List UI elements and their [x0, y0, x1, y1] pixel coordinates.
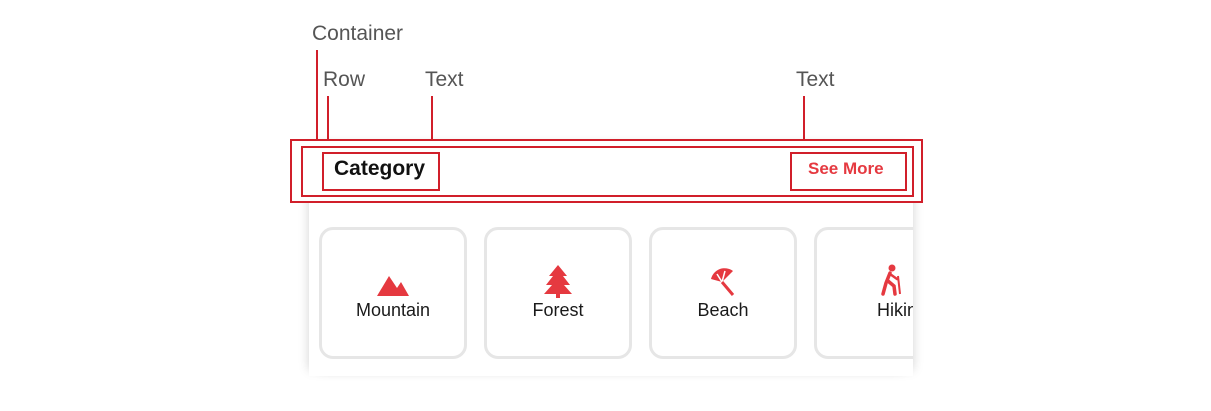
see-more-link[interactable]: See More — [808, 159, 884, 179]
annotation-text-right-label: Text — [796, 68, 835, 91]
annotation-container-label: Container — [312, 22, 404, 45]
category-label: Hiking — [876, 300, 913, 320]
mountain-icon — [377, 276, 409, 296]
hiking-icon — [881, 264, 901, 296]
category-card-beach[interactable]: Beach — [649, 227, 797, 359]
leader-line-container — [316, 50, 318, 141]
beach-umbrella-icon — [711, 268, 735, 296]
category-label: Forest — [532, 300, 584, 320]
category-card-hiking[interactable]: Hiking — [814, 227, 913, 359]
category-title: Category — [334, 157, 426, 180]
category-card-forest[interactable]: Forest — [484, 227, 632, 359]
annotation-text-left-label: Text — [425, 68, 464, 91]
category-label: Beach — [697, 300, 749, 320]
annotation-row-label: Row — [323, 68, 366, 91]
category-label: Mountain — [355, 300, 431, 320]
tree-icon — [544, 265, 572, 298]
category-card-mountain[interactable]: Mountain — [319, 227, 467, 359]
